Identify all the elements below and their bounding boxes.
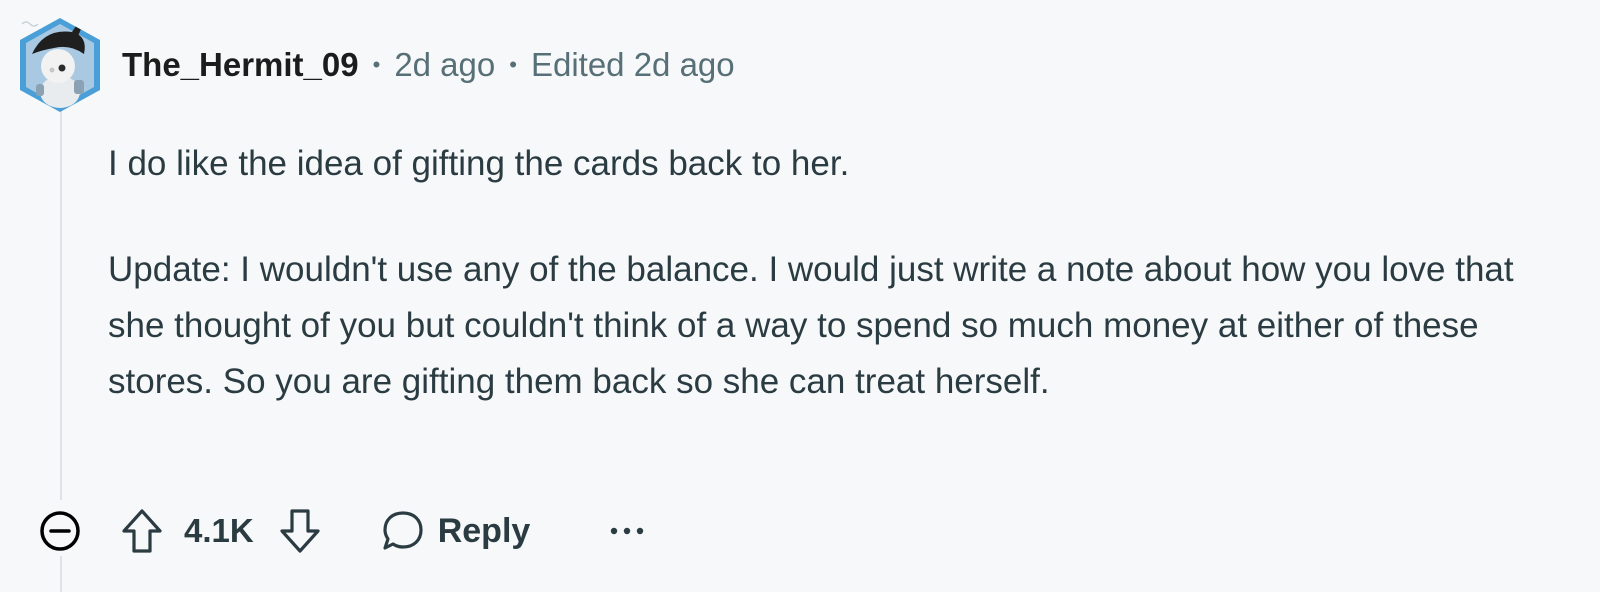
upvote-button[interactable] (118, 505, 166, 557)
avatar-image (20, 18, 100, 112)
arrow-down-icon (280, 509, 320, 553)
reply-label: Reply (437, 511, 531, 550)
minus-circle-icon (40, 511, 80, 551)
action-bar: 4.1K Reply (36, 502, 652, 560)
vote-score: 4.1K (184, 512, 254, 549)
comment-header: The_Hermit_09 • 2d ago • Edited 2d ago (122, 44, 735, 86)
thread-line[interactable] (60, 110, 62, 500)
comment-paragraph: Update: I wouldn't use any of the balanc… (108, 250, 1514, 401)
edited-label: Edited 2d ago (530, 46, 735, 83)
avatar[interactable] (14, 14, 106, 118)
collapse-button[interactable] (36, 507, 84, 555)
timestamp[interactable]: 2d ago (394, 46, 495, 84)
downvote-button[interactable] (276, 505, 324, 557)
separator-dot: • (372, 52, 381, 77)
author-username[interactable]: The_Hermit_09 (122, 46, 359, 84)
separator-dot: • (509, 52, 517, 77)
thread-line-continuation[interactable] (60, 556, 62, 592)
comment-body: I do like the idea of gifting the cards … (108, 136, 1578, 410)
comment-paragraph: I do like the idea of gifting the cards … (108, 144, 850, 183)
ellipsis-icon (611, 527, 644, 535)
arrow-up-icon (122, 509, 162, 553)
comment: The_Hermit_09 • 2d ago • Edited 2d ago I… (0, 0, 1600, 592)
more-options-button[interactable] (602, 511, 652, 551)
vote-group: 4.1K (118, 505, 324, 557)
reply-button[interactable]: Reply (380, 508, 531, 554)
speech-bubble-icon (383, 511, 423, 550)
